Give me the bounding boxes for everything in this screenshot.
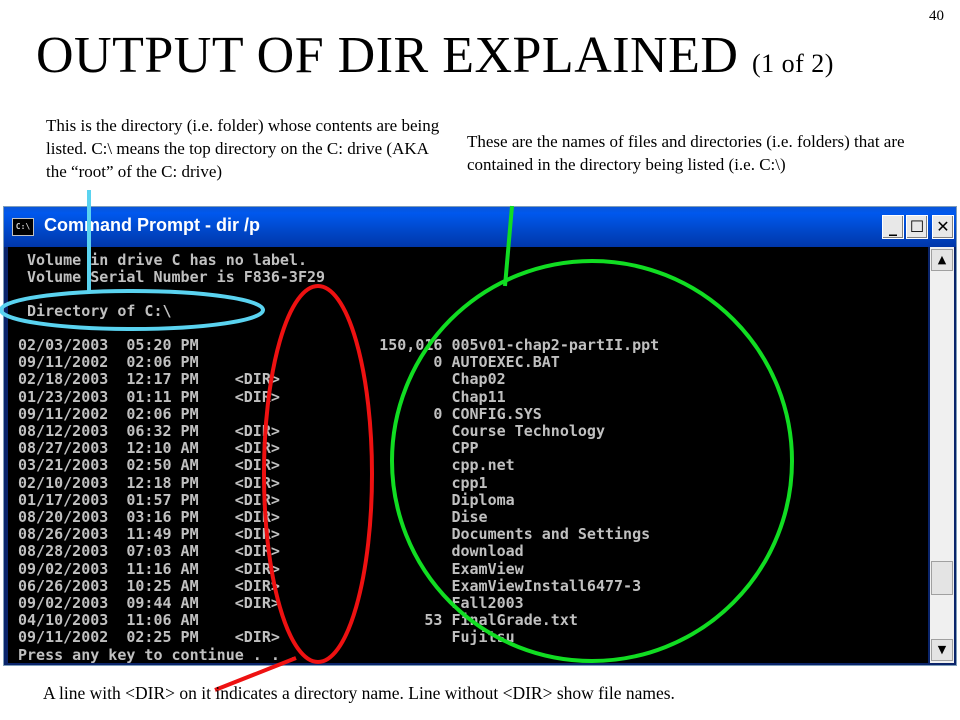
dir-marker-highlight-ellipse	[262, 284, 374, 664]
names-pointer-line	[503, 205, 514, 287]
directory-highlight-ellipse	[0, 289, 265, 331]
names-highlight-circle	[390, 259, 794, 663]
annotation-overlay	[0, 190, 794, 692]
slide-caption: A line with <DIR> on it indicates a dire…	[43, 683, 675, 703]
